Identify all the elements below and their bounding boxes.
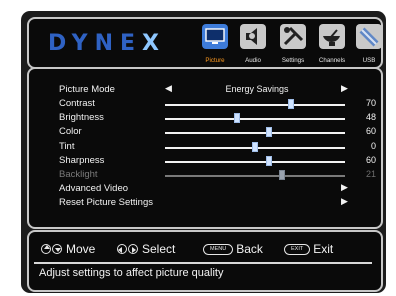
sharpness-slider-knob[interactable] bbox=[266, 156, 273, 166]
menu-item-brightness[interactable]: Brightness 48 bbox=[59, 112, 379, 126]
tab-picture[interactable]: Picture bbox=[199, 24, 231, 66]
arrow-right-icon[interactable]: ▶ bbox=[341, 83, 348, 94]
footer-divider bbox=[34, 262, 372, 264]
menu-item-color[interactable]: Color 60 bbox=[59, 126, 379, 140]
hint-select: Select bbox=[117, 240, 175, 258]
backlight-slider-knob bbox=[279, 170, 285, 180]
menu-item-reset-picture[interactable]: Reset Picture Settings ▶ bbox=[59, 196, 379, 211]
contrast-slider-track[interactable] bbox=[165, 104, 345, 106]
down-arrow-icon bbox=[52, 244, 62, 254]
tools-icon bbox=[280, 24, 306, 49]
speaker-icon bbox=[240, 24, 266, 49]
right-arrow-icon bbox=[128, 244, 138, 254]
hint-move: Move bbox=[41, 240, 95, 258]
status-text: Adjust settings to affect picture qualit… bbox=[39, 267, 224, 279]
tint-slider-knob[interactable] bbox=[252, 142, 258, 152]
color-slider-track[interactable] bbox=[165, 132, 345, 134]
menu-item-contrast[interactable]: Contrast 70 bbox=[59, 98, 379, 112]
dynex-logo: DYNEX bbox=[48, 31, 167, 56]
contrast-slider-knob[interactable] bbox=[288, 99, 294, 109]
tab-settings[interactable]: Settings bbox=[277, 24, 309, 66]
tab-audio[interactable]: Audio bbox=[237, 24, 269, 66]
brightness-slider-knob[interactable] bbox=[234, 113, 240, 123]
arrow-right-icon: ▶ bbox=[341, 196, 348, 206]
up-arrow-icon bbox=[41, 244, 51, 254]
hint-exit: EXIT Exit bbox=[284, 240, 333, 258]
monitor-icon bbox=[202, 24, 228, 49]
usb-icon bbox=[356, 24, 382, 49]
tab-usb[interactable]: USB bbox=[353, 24, 385, 66]
brightness-slider-track[interactable] bbox=[165, 118, 345, 120]
menu-item-backlight: Backlight 21 bbox=[59, 169, 376, 180]
backlight-slider-track bbox=[165, 175, 345, 177]
arrow-left-icon[interactable]: ◀ bbox=[165, 83, 172, 94]
key-hints: Move Select MENU Back EXIT Exit bbox=[41, 240, 371, 258]
menu-item-picture-mode[interactable]: Picture Mode ◀ Energy Savings ▶ bbox=[59, 83, 379, 98]
menu-item-advanced-video[interactable]: Advanced Video ▶ bbox=[59, 182, 379, 197]
menu-key-icon: MENU bbox=[203, 243, 234, 255]
hint-back: MENU Back bbox=[203, 240, 263, 258]
menu-item-tint[interactable]: Tint 0 bbox=[59, 141, 379, 155]
left-arrow-icon bbox=[117, 244, 127, 254]
color-slider-knob[interactable] bbox=[266, 127, 273, 137]
arrow-right-icon: ▶ bbox=[341, 182, 348, 192]
sharpness-slider-track[interactable] bbox=[165, 161, 345, 163]
tab-channels[interactable]: Channels bbox=[316, 24, 348, 66]
satellite-dish-icon bbox=[319, 24, 345, 49]
menu-item-sharpness[interactable]: Sharpness 60 bbox=[59, 155, 379, 169]
exit-key-icon: EXIT bbox=[284, 243, 311, 255]
